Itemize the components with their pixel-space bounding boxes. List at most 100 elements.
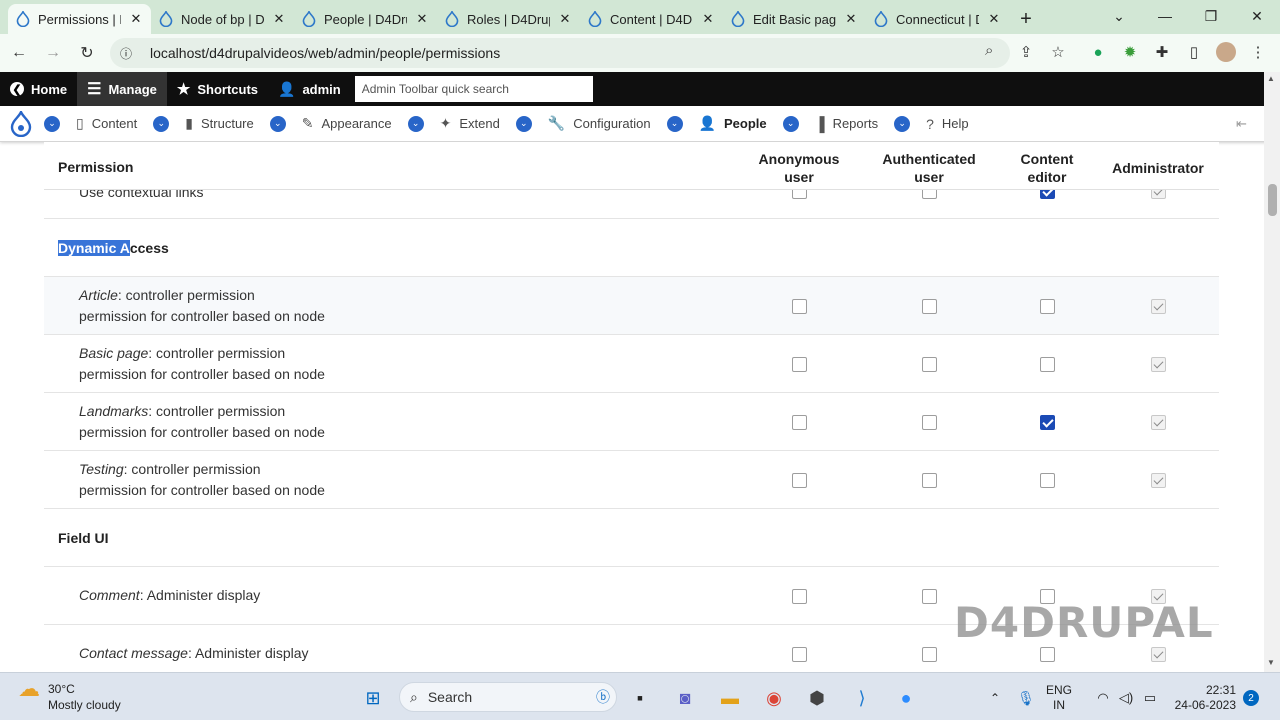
permission-checkbox[interactable]: [792, 589, 807, 604]
battery-icon[interactable]: ▭: [1137, 685, 1163, 711]
tab-close-icon[interactable]: ✕: [415, 11, 429, 27]
role-header-line2: user: [914, 169, 944, 185]
weather-widget[interactable]: ☁ 30°C Mostly cloudy: [18, 678, 121, 713]
expand-chevron-icon[interactable]: ⌄: [269, 115, 286, 132]
bookmark-star-icon[interactable]: ☆: [1048, 42, 1068, 62]
clock[interactable]: 22:31 24-06-2023: [1172, 683, 1236, 713]
shortcuts-tab[interactable]: ★ Shortcuts: [167, 72, 268, 106]
browser-tab[interactable]: Roles | D4Drup ✕: [437, 4, 580, 34]
permission-checkbox[interactable]: [792, 473, 807, 488]
permission-checkbox[interactable]: [922, 647, 937, 662]
close-window-button[interactable]: ✕: [1234, 0, 1280, 32]
scrollbar-thumb[interactable]: [1268, 184, 1277, 216]
permission-checkbox[interactable]: [1040, 473, 1055, 488]
nav-item-help[interactable]: ? Help: [916, 106, 979, 142]
browser-tab[interactable]: Content | D4D ✕: [580, 4, 723, 34]
file-explorer-icon[interactable]: ▬: [717, 685, 743, 711]
browser-tab[interactable]: Edit Basic page ✕: [723, 4, 866, 34]
permission-checkbox[interactable]: [922, 473, 937, 488]
task-view-icon[interactable]: ▪: [627, 685, 653, 711]
tab-close-icon[interactable]: ✕: [987, 11, 1001, 27]
zoom-app-icon[interactable]: ●: [893, 685, 919, 711]
permission-name: : controller permission: [148, 403, 286, 419]
permission-checkbox[interactable]: [792, 647, 807, 662]
tray-overflow-icon[interactable]: ⌃: [982, 685, 1008, 711]
expand-chevron-icon[interactable]: ⌄: [894, 115, 911, 132]
reload-button[interactable]: ↻: [72, 38, 102, 68]
drupal-logo[interactable]: [0, 106, 38, 142]
tab-close-icon[interactable]: ✕: [272, 11, 286, 27]
zoom-icon[interactable]: ⌕: [985, 42, 993, 59]
tab-close-icon[interactable]: ✕: [844, 11, 858, 27]
extension-gear-icon[interactable]: ✹: [1120, 42, 1140, 62]
permission-checkbox[interactable]: [922, 415, 937, 430]
nav-item-reports[interactable]: ▐ Reports: [805, 106, 888, 142]
role-header: Administrator: [1103, 159, 1213, 177]
nav-item-configuration[interactable]: 🔧 Configuration: [538, 106, 661, 142]
forward-button[interactable]: →: [38, 38, 68, 68]
expand-chevron-icon[interactable]: ⌄: [407, 115, 424, 132]
expand-chevron-icon[interactable]: ⌄: [666, 115, 683, 132]
browser-tab[interactable]: People | D4Dru ✕: [294, 4, 437, 34]
tab-close-icon[interactable]: ✕: [558, 11, 572, 27]
chat-icon[interactable]: ◙: [672, 685, 698, 711]
expand-chevron-icon[interactable]: ⌄: [44, 115, 60, 132]
tab-close-icon[interactable]: ✕: [129, 11, 143, 27]
permission-group-row: Dynamic Access: [44, 219, 1219, 277]
notification-badge[interactable]: 2: [1243, 690, 1259, 706]
manage-tab[interactable]: ☰ Manage: [77, 72, 167, 106]
permission-checkbox[interactable]: [792, 357, 807, 372]
side-panel-icon[interactable]: ▯: [1184, 42, 1204, 62]
expand-chevron-icon[interactable]: ⌄: [782, 115, 799, 132]
page-scrollbar[interactable]: ▲ ▼: [1264, 72, 1280, 672]
nav-item-extend[interactable]: ✦ Extend: [430, 106, 510, 142]
new-tab-button[interactable]: +: [1009, 4, 1043, 34]
tab-close-icon[interactable]: ✕: [701, 11, 715, 27]
profile-avatar[interactable]: [1216, 42, 1236, 62]
virtualbox-icon[interactable]: ⬢: [804, 685, 830, 711]
site-info-icon[interactable]: ⓘ: [120, 45, 136, 62]
admin-toolbar-search-input[interactable]: Admin Toolbar quick search: [354, 76, 593, 102]
tab-title: Edit Basic page: [753, 11, 836, 27]
minimize-button[interactable]: —: [1142, 0, 1188, 32]
expand-chevron-icon[interactable]: ⌄: [153, 115, 170, 132]
browser-tab[interactable]: Connecticut | D ✕: [866, 4, 1009, 34]
nav-item-structure[interactable]: ▮ Structure: [175, 106, 263, 142]
permission-checkbox[interactable]: [922, 299, 937, 314]
vscode-icon[interactable]: ⟩: [849, 685, 875, 711]
orientation-toggle-icon[interactable]: ⇤: [1236, 116, 1247, 132]
chrome-icon[interactable]: ◉: [761, 685, 787, 711]
windows-start-icon[interactable]: ⊞: [360, 685, 386, 711]
permission-checkbox[interactable]: [922, 589, 937, 604]
drupal-favicon-icon: [588, 9, 602, 28]
volume-icon[interactable]: ◁): [1113, 685, 1139, 711]
share-icon[interactable]: ⇪: [1016, 42, 1036, 62]
permission-checkbox[interactable]: [1040, 299, 1055, 314]
nav-item-content[interactable]: ▯ Content: [66, 106, 147, 142]
url-bar[interactable]: ⓘ localhost/d4drupalvideos/web/admin/peo…: [110, 38, 1010, 68]
browser-tab[interactable]: Node of bp | D ✕: [151, 4, 294, 34]
permission-checkbox[interactable]: [1040, 357, 1055, 372]
user-tab[interactable]: 👤 admin: [268, 72, 351, 106]
nav-item-people[interactable]: 👤 People: [689, 106, 777, 142]
language-indicator[interactable]: ENG IN: [1046, 683, 1072, 713]
permission-checkbox[interactable]: [1040, 647, 1055, 662]
extensions-puzzle-icon[interactable]: ✚: [1152, 42, 1172, 62]
restore-button[interactable]: ❐: [1188, 0, 1234, 32]
browser-tab[interactable]: Permissions | D ✕: [8, 4, 151, 34]
expand-chevron-icon[interactable]: ⌄: [515, 115, 532, 132]
permission-checkbox[interactable]: [792, 299, 807, 314]
permission-checkbox[interactable]: [1040, 415, 1055, 430]
permission-checkbox[interactable]: [922, 357, 937, 372]
microphone-icon[interactable]: 🎙: [1013, 685, 1039, 711]
permission-checkbox[interactable]: [792, 415, 807, 430]
taskbar-search[interactable]: ⌕ Search ⓑ: [399, 682, 617, 712]
scroll-down-icon[interactable]: ▼: [1267, 658, 1275, 667]
grammarly-icon[interactable]: ●: [1088, 42, 1108, 62]
tab-search-icon[interactable]: ⌄: [1096, 0, 1142, 32]
scroll-up-icon[interactable]: ▲: [1267, 74, 1275, 83]
browser-menu-icon[interactable]: ⋮: [1248, 42, 1268, 62]
home-link[interactable]: ❮ Home: [0, 72, 77, 106]
back-button[interactable]: ←: [4, 38, 34, 68]
nav-item-appearance[interactable]: ✎ Appearance: [292, 106, 402, 142]
